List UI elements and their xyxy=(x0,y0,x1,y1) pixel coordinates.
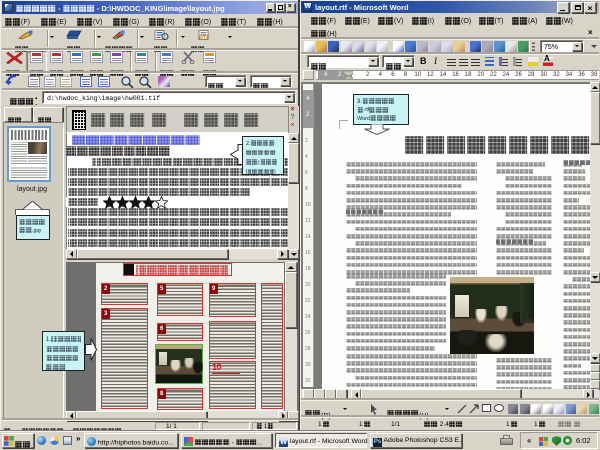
svg-text:RTF: RTF xyxy=(199,35,210,40)
